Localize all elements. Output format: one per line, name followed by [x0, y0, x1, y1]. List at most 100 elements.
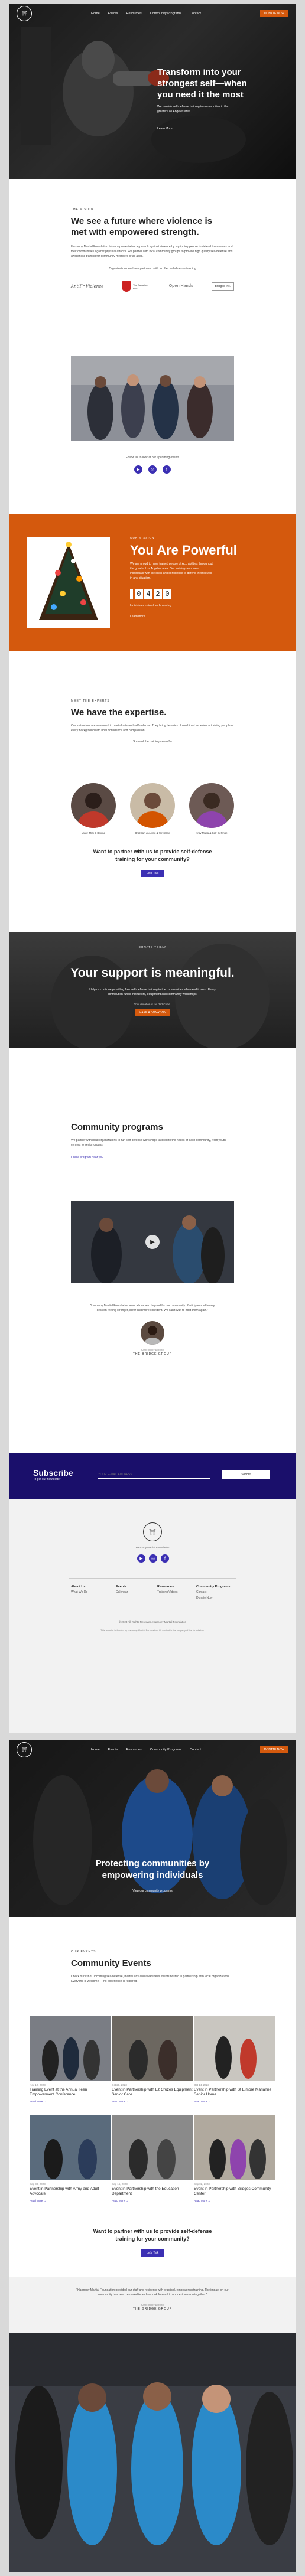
event-photo — [112, 2016, 193, 2081]
expert-card[interactable]: Brazilian Jiu-Jitsu & Wrestling — [130, 783, 175, 834]
instagram-icon[interactable]: ◎ — [148, 465, 157, 474]
shield-icon — [122, 281, 132, 292]
footer-link[interactable]: Contact — [196, 1590, 238, 1596]
donate-now-button[interactable]: DONATE NOW — [259, 1746, 288, 1753]
lets-talk-button[interactable]: Let's Talk — [140, 870, 165, 878]
footer-link[interactable]: Training Videos — [157, 1590, 177, 1594]
foundation-logo[interactable]: ⛩ — [17, 6, 32, 21]
read-more-link[interactable]: Read More → — [30, 2199, 111, 2202]
expert-photo — [71, 783, 116, 828]
hero-learn-more-link[interactable]: Learn More — [157, 127, 275, 131]
footer-link[interactable]: Calendar — [116, 1590, 128, 1594]
event-title: Event in Partnership with Army and Adult… — [30, 2187, 99, 2196]
partner-logo: Bridges Inc. — [211, 282, 234, 291]
counter-digit: 2 — [154, 589, 162, 599]
nav-community-programs[interactable]: Community Programs — [150, 1748, 181, 1752]
event-photo — [194, 2115, 275, 2180]
events-page: ⛩ Home Events Resources Community Progra… — [9, 1740, 296, 2572]
facebook-icon[interactable]: f — [163, 465, 171, 474]
nav-events[interactable]: Events — [108, 1748, 118, 1752]
event-date: Oct 28, 2023 — [112, 2083, 127, 2086]
footer-column: Community Programs Contact Donate Now — [196, 1584, 238, 1601]
follow-section: Follow us to look at our upcoming events… — [71, 456, 234, 474]
nav-home[interactable]: Home — [91, 12, 100, 15]
read-more-link[interactable]: Read More → — [112, 2199, 193, 2202]
email-input[interactable] — [98, 1470, 210, 1479]
nav-resources[interactable]: Resources — [126, 12, 142, 15]
testimonial-role: Community partner — [141, 2303, 164, 2306]
events-cta-line-1: Want to partner with us to provide self-… — [93, 2228, 212, 2234]
read-more-link[interactable]: Read More → — [194, 2100, 275, 2103]
nav-contact[interactable]: Contact — [190, 1748, 201, 1752]
read-more-link[interactable]: Read More → — [194, 2199, 275, 2202]
vision-body: Harmony Martial Foundation takes a preve… — [71, 244, 233, 258]
event-card[interactable]: Sep 30, 2023 Event in Partnership with A… — [30, 2115, 111, 2202]
events-testimonial: “Harmony Martial Foundation provided our… — [9, 2277, 296, 2333]
testimonial-quote: “Harmony Martial Foundation provided our… — [76, 2288, 229, 2297]
support-heading: Your support is meaningful. — [70, 966, 235, 980]
nav-contact[interactable]: Contact — [190, 12, 201, 15]
play-icon[interactable]: ▶ — [145, 1235, 160, 1249]
support-note: Your donation is tax deductible. — [134, 1003, 171, 1006]
tree-icon — [39, 542, 98, 620]
counter-eyebrow: OUR MISSION — [130, 536, 155, 539]
event-card[interactable]: Sep 02, 2023 Event in Partnership with B… — [194, 2115, 275, 2202]
footer-column-title[interactable]: Resources — [157, 1584, 177, 1590]
event-card[interactable]: Sep 16, 2023 Event in Partnership with t… — [112, 2115, 193, 2202]
counter-caption: Individuals trained and counting — [130, 604, 172, 608]
nav-resources[interactable]: Resources — [126, 1748, 142, 1752]
expert-card[interactable]: Muay Thai & Boxing — [71, 783, 116, 834]
expertise-body: Our instructors are seasoned in martial … — [71, 724, 234, 732]
nav-home[interactable]: Home — [91, 1748, 100, 1752]
support-body: Help us continue providing free self-def… — [89, 988, 216, 996]
counter-digit: 0 — [163, 589, 171, 599]
event-card[interactable]: Nov 12, 2023 Training Event at the Annua… — [30, 2016, 111, 2103]
footer-column-title[interactable]: Community Programs — [196, 1584, 238, 1590]
donate-now-button[interactable]: DONATE NOW — [259, 10, 288, 17]
footer-column: Events Calendar — [116, 1584, 128, 1596]
nav-community-programs[interactable]: Community Programs — [150, 12, 181, 15]
footer-tagline: Harmony Martial Foundation — [135, 1546, 170, 1549]
read-more-link[interactable]: Read More → — [30, 2100, 111, 2103]
subscribe-subtext: To get our newsletter — [33, 1478, 61, 1481]
hero-subtext: We provide self-defense training to comm… — [157, 105, 229, 113]
programs-video[interactable]: ▶ — [71, 1201, 234, 1283]
event-photo — [30, 2016, 111, 2081]
instagram-icon[interactable]: ◎ — [149, 1554, 157, 1563]
vision-heading: We see a future where violence is met wi… — [71, 216, 234, 239]
expertise-eyebrow: MEET THE EXPERTS — [71, 699, 110, 703]
foundation-logo[interactable]: ⛩ — [17, 1742, 32, 1757]
expert-card[interactable]: Krav Maga & Self-Defense — [189, 783, 234, 834]
footer-link[interactable]: What We Do — [71, 1590, 87, 1594]
expert-label: Krav Maga & Self-Defense — [196, 832, 228, 834]
event-date: Sep 16, 2023 — [112, 2183, 128, 2186]
submit-button[interactable]: Submit — [222, 1470, 270, 1479]
counter-learn-more-link[interactable]: Learn more → — [130, 615, 272, 618]
make-donation-button[interactable]: MAKE A DONATION — [135, 1009, 170, 1016]
footer-column-title[interactable]: About Us — [71, 1584, 87, 1590]
event-photo — [112, 2115, 193, 2180]
expert-photo — [189, 783, 234, 828]
event-card[interactable]: Oct 14, 2023 Event in Partnership with S… — [194, 2016, 275, 2103]
event-date: Nov 12, 2023 — [30, 2083, 46, 2086]
footer-link[interactable]: Donate Now — [196, 1596, 238, 1602]
footer-logo-icon[interactable]: ⛩ — [143, 1522, 162, 1541]
facebook-icon[interactable]: f — [161, 1554, 169, 1563]
partner-logo: The Salvation Army — [122, 281, 151, 292]
testimonial-org: THE BRIDGE GROUP — [132, 1352, 173, 1356]
counter-digit: 0 — [135, 589, 143, 599]
events-hero: ⛩ Home Events Resources Community Progra… — [9, 1740, 296, 1917]
nav-events[interactable]: Events — [108, 12, 118, 15]
programs-link[interactable]: Find a program near you — [71, 1156, 234, 1159]
footer-column-title[interactable]: Events — [116, 1584, 128, 1590]
vision-heading-line-2: met with empowered strength. — [71, 227, 199, 237]
event-card[interactable]: Oct 28, 2023 Event in Partnership with E… — [112, 2016, 193, 2103]
expertise-cta-line-1: Want to partner with us to provide self-… — [93, 849, 212, 855]
youtube-icon[interactable]: ▶ — [137, 1554, 145, 1563]
youtube-icon[interactable]: ▶ — [134, 465, 142, 474]
subscribe-heading: Subscribe — [33, 1468, 73, 1478]
read-more-link[interactable]: Read More → — [112, 2100, 193, 2103]
events-hero-link[interactable]: View our community programs — [9, 1889, 296, 1893]
events-hero-line-1: Protecting communities by — [95, 1858, 210, 1869]
lets-talk-button[interactable]: Let's Talk — [140, 2249, 165, 2257]
